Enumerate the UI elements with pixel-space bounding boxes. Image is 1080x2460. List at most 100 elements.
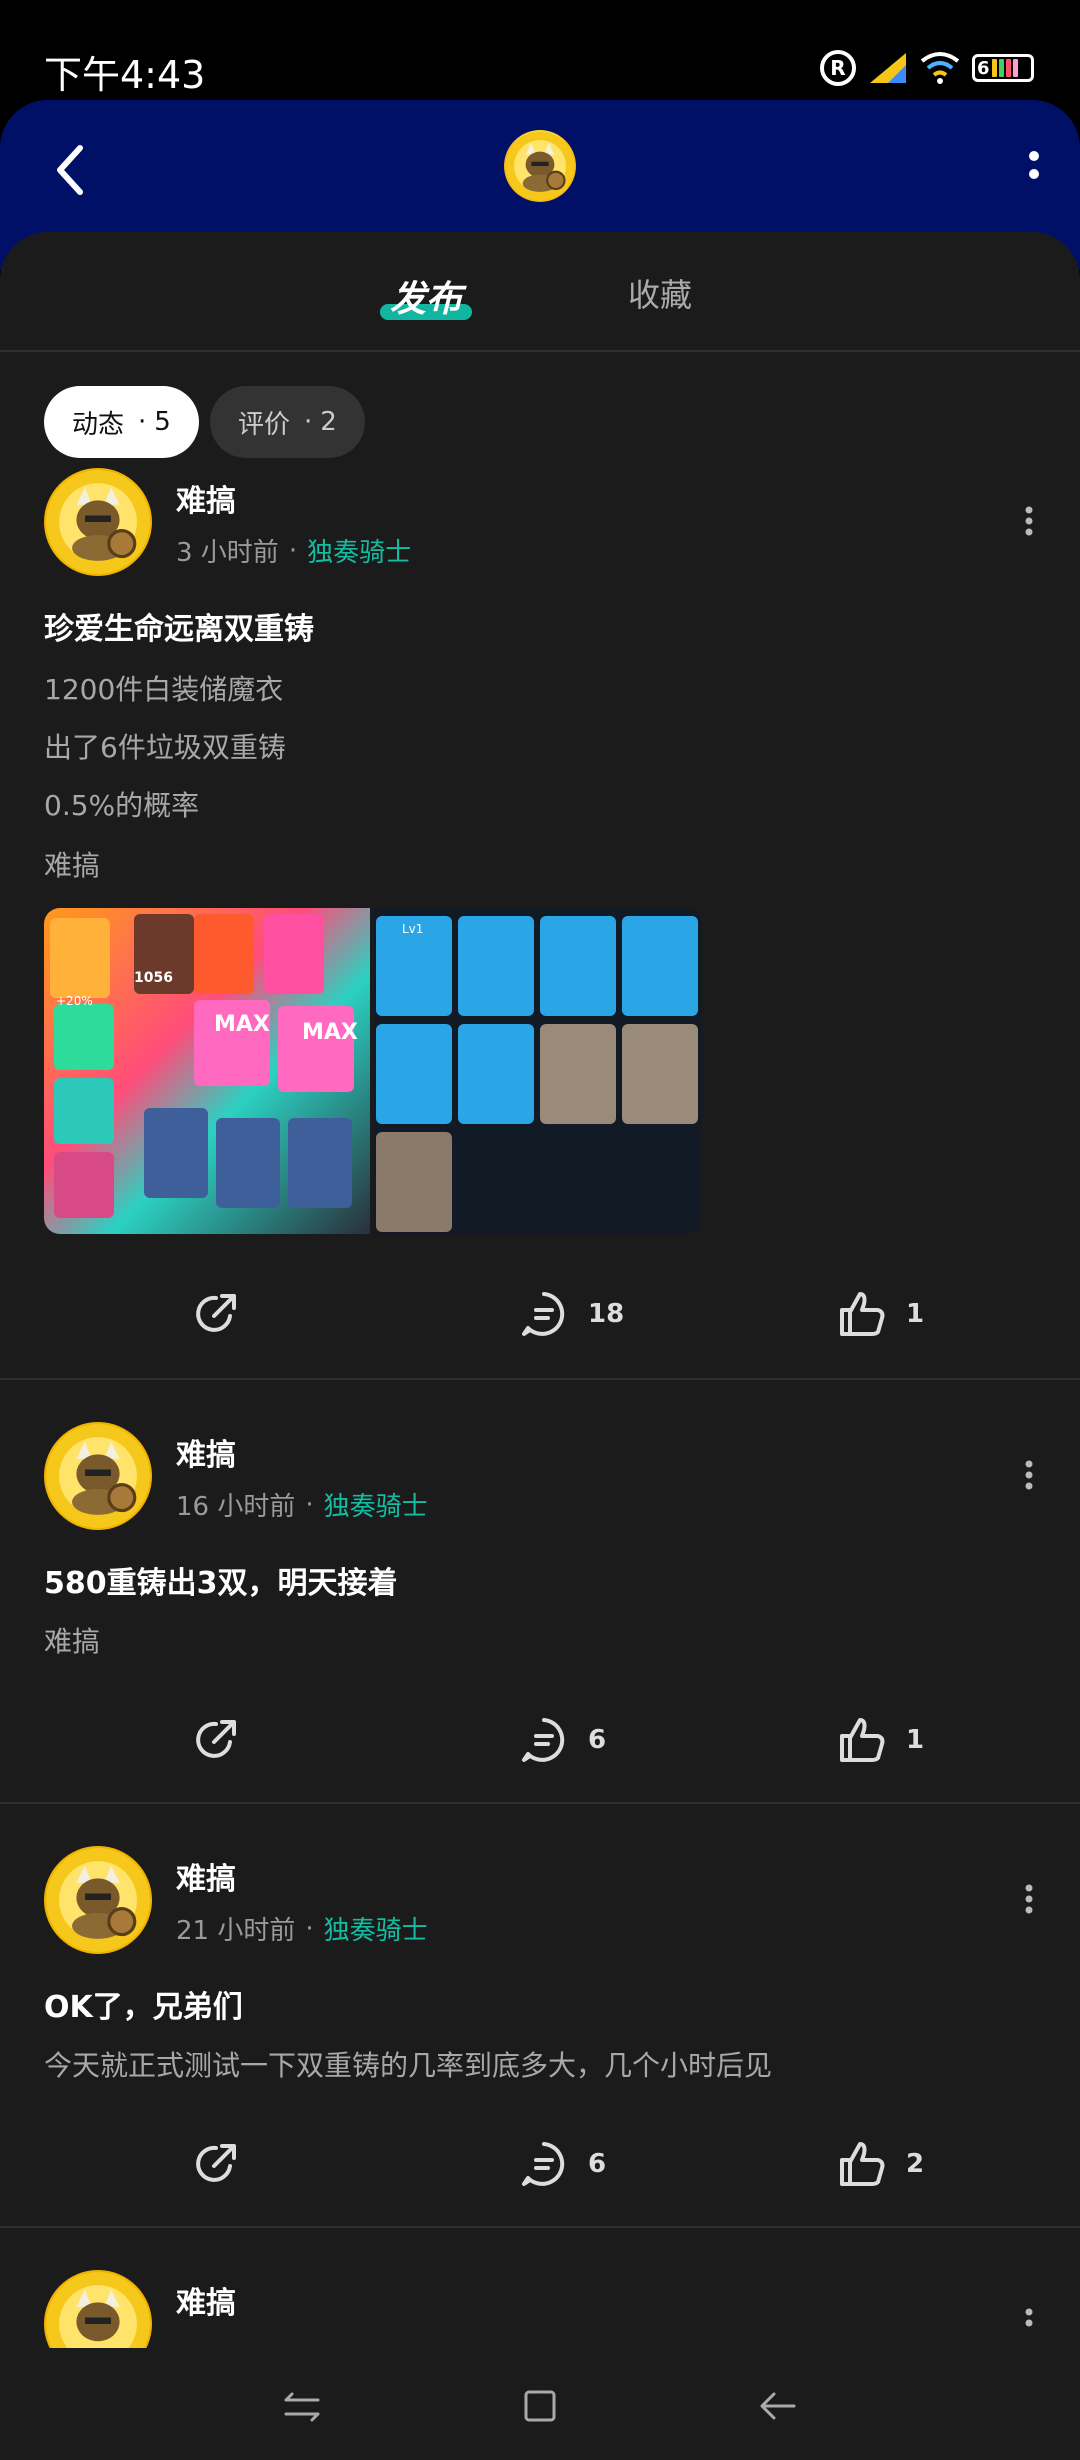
post-title[interactable]: 580重铸出3双，明天接着 (44, 1558, 398, 1602)
header-avatar[interactable] (504, 130, 576, 202)
share-button[interactable] (190, 1710, 242, 1770)
tab-publish[interactable]: 发布 (390, 270, 462, 322)
thumbs-up-icon (840, 1718, 885, 1762)
game-tag[interactable]: 独奏骑士 (324, 1910, 428, 1947)
like-button[interactable]: 1 (836, 1710, 924, 1770)
author-name[interactable]: 难搞 (176, 476, 236, 520)
game-tag[interactable]: 独奏骑士 (324, 1486, 428, 1523)
filter-chip-dynamic[interactable]: 动态 · 5 (44, 386, 199, 458)
like-count: 1 (906, 1299, 925, 1329)
like-button[interactable]: 1 (836, 1284, 924, 1344)
status-icons: R 6 (820, 48, 1034, 88)
post-divider (0, 1378, 1080, 1380)
filter-chip-count: 2 (320, 407, 337, 437)
more-vertical-icon[interactable] (1024, 2308, 1034, 2338)
post-body-line: 出了6件垃圾双重铸 (44, 731, 286, 764)
share-button[interactable] (190, 1284, 242, 1344)
comment-count: 6 (588, 2149, 607, 2179)
post-meta: 3 小时前 · 独奏骑士 (176, 532, 411, 569)
post-image[interactable]: Lv1 (374, 908, 702, 1234)
like-button[interactable]: 2 (836, 2134, 924, 2194)
post-meta: 16 小时前 · 独奏骑士 (176, 1486, 428, 1523)
image-percent-text: +20% (56, 994, 93, 1008)
post-image[interactable]: 1056 +20% MAX MAX (44, 908, 370, 1234)
knight-avatar-icon (46, 1424, 150, 1528)
post-divider (0, 1802, 1080, 1804)
home-icon[interactable] (520, 2386, 560, 2426)
knight-avatar-icon (46, 1848, 150, 1952)
content-sheet: 发布 收藏 动态 · 5 评价 · 2 难搞 3 小时前 · 独奏骑士 珍爱生命远离双重铸 … (0, 232, 1080, 2348)
avatar[interactable] (44, 1846, 152, 1954)
recents-icon[interactable] (282, 2386, 322, 2426)
tab-favorites-label: 收藏 (628, 276, 693, 314)
knight-avatar-icon (505, 131, 575, 201)
system-nav-bar (0, 2348, 1080, 2460)
comment-button[interactable]: 6 (518, 2134, 606, 2194)
avatar[interactable] (44, 2270, 152, 2348)
post-time: 21 小时前 (176, 1916, 296, 1946)
back-arrow-icon[interactable] (758, 2386, 798, 2426)
knight-avatar-icon (46, 2272, 150, 2348)
post-body-line: 难搞 (44, 849, 101, 882)
wifi-icon (920, 52, 960, 84)
post-time: 3 小时前 (176, 538, 279, 568)
post-divider (0, 2226, 1080, 2228)
more-vertical-icon[interactable] (1024, 506, 1034, 536)
post-title[interactable]: OK了，兄弟们 (44, 1982, 243, 2026)
avatar[interactable] (44, 1422, 152, 1530)
avatar[interactable] (44, 468, 152, 576)
comment-icon (522, 2142, 565, 2186)
registered-icon: R (820, 50, 856, 86)
author-name[interactable]: 难搞 (176, 1430, 236, 1474)
chevron-left-icon[interactable] (48, 140, 92, 200)
comment-button[interactable]: 18 (518, 1284, 624, 1344)
post-body-line: 难搞 (44, 1625, 101, 1658)
filter-chip-label: 评价 (238, 409, 291, 440)
comment-icon (522, 1718, 565, 1762)
more-vertical-icon[interactable] (1024, 1460, 1034, 1490)
filter-chip-reviews[interactable]: 评价 · 2 (210, 386, 365, 458)
more-vertical-icon[interactable] (1024, 1884, 1034, 1914)
signal-icon (870, 53, 906, 83)
author-name[interactable]: 难搞 (176, 1854, 236, 1898)
tab-favorites[interactable]: 收藏 (628, 270, 692, 316)
tab-publish-label: 发布 (390, 279, 463, 320)
image-max-text: MAX (214, 1012, 270, 1037)
image-count-text: 1056 (134, 970, 173, 986)
post-body-line: 0.5%的概率 (44, 789, 200, 822)
more-vertical-icon[interactable] (1024, 148, 1044, 188)
knight-avatar-icon (46, 470, 150, 574)
like-count: 2 (906, 2149, 925, 2179)
thumbs-up-icon (840, 2142, 885, 2186)
post-body-line: 1200件白装储魔衣 (44, 673, 284, 706)
share-icon (196, 2144, 236, 2182)
comment-button[interactable]: 6 (518, 1710, 606, 1770)
post-actions: 6 1 (0, 1710, 1080, 1770)
battery-level: 6 (977, 57, 990, 79)
image-level-text: Lv1 (402, 922, 424, 936)
filter-chip-label: 动态 (72, 409, 125, 440)
comment-count: 18 (588, 1299, 625, 1329)
tab-bar: 发布 收藏 (0, 232, 1080, 352)
post-images[interactable]: 1056 +20% MAX MAX Lv1 (44, 908, 702, 1234)
battery-icon: 6 (972, 54, 1034, 82)
post-body-line: 今天就正式测试一下双重铸的几率到底多大，几个小时后见 (44, 2049, 773, 2082)
status-bar: 下午4:43 R 6 (0, 0, 1080, 100)
like-count: 1 (906, 1725, 925, 1755)
post-actions: 6 2 (0, 2134, 1080, 2194)
status-time: 下午4:43 (44, 53, 206, 97)
share-button[interactable] (190, 2134, 242, 2194)
filter-chip-count: 5 (154, 407, 171, 437)
share-icon (196, 1720, 236, 1758)
game-tag[interactable]: 独奏骑士 (307, 532, 411, 569)
share-icon (196, 1294, 236, 1332)
image-max-text: MAX (302, 1020, 358, 1045)
comment-count: 6 (588, 1725, 607, 1755)
post-actions: 18 1 (0, 1284, 1080, 1344)
post-time: 16 小时前 (176, 1492, 296, 1522)
post-meta: 21 小时前 · 独奏骑士 (176, 1910, 428, 1947)
post-title[interactable]: 珍爱生命远离双重铸 (44, 604, 314, 648)
thumbs-up-icon (840, 1292, 885, 1336)
author-name[interactable]: 难搞 (176, 2278, 236, 2322)
comment-icon (522, 1292, 565, 1336)
